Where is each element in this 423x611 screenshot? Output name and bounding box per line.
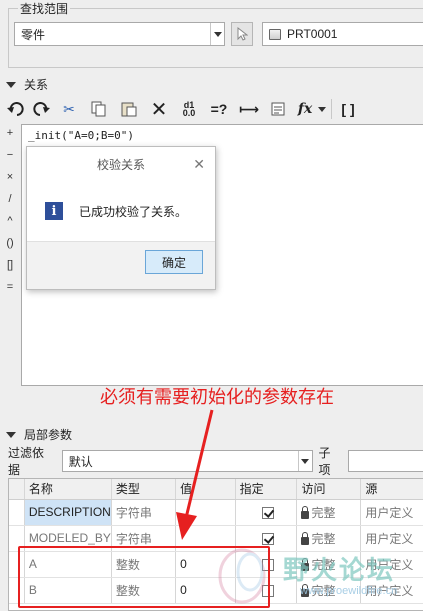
watermark-text: 野火论坛 (283, 555, 396, 585)
watermark-url: www.proewildfire.cn (300, 585, 398, 597)
annotation-arrow (176, 409, 214, 540)
